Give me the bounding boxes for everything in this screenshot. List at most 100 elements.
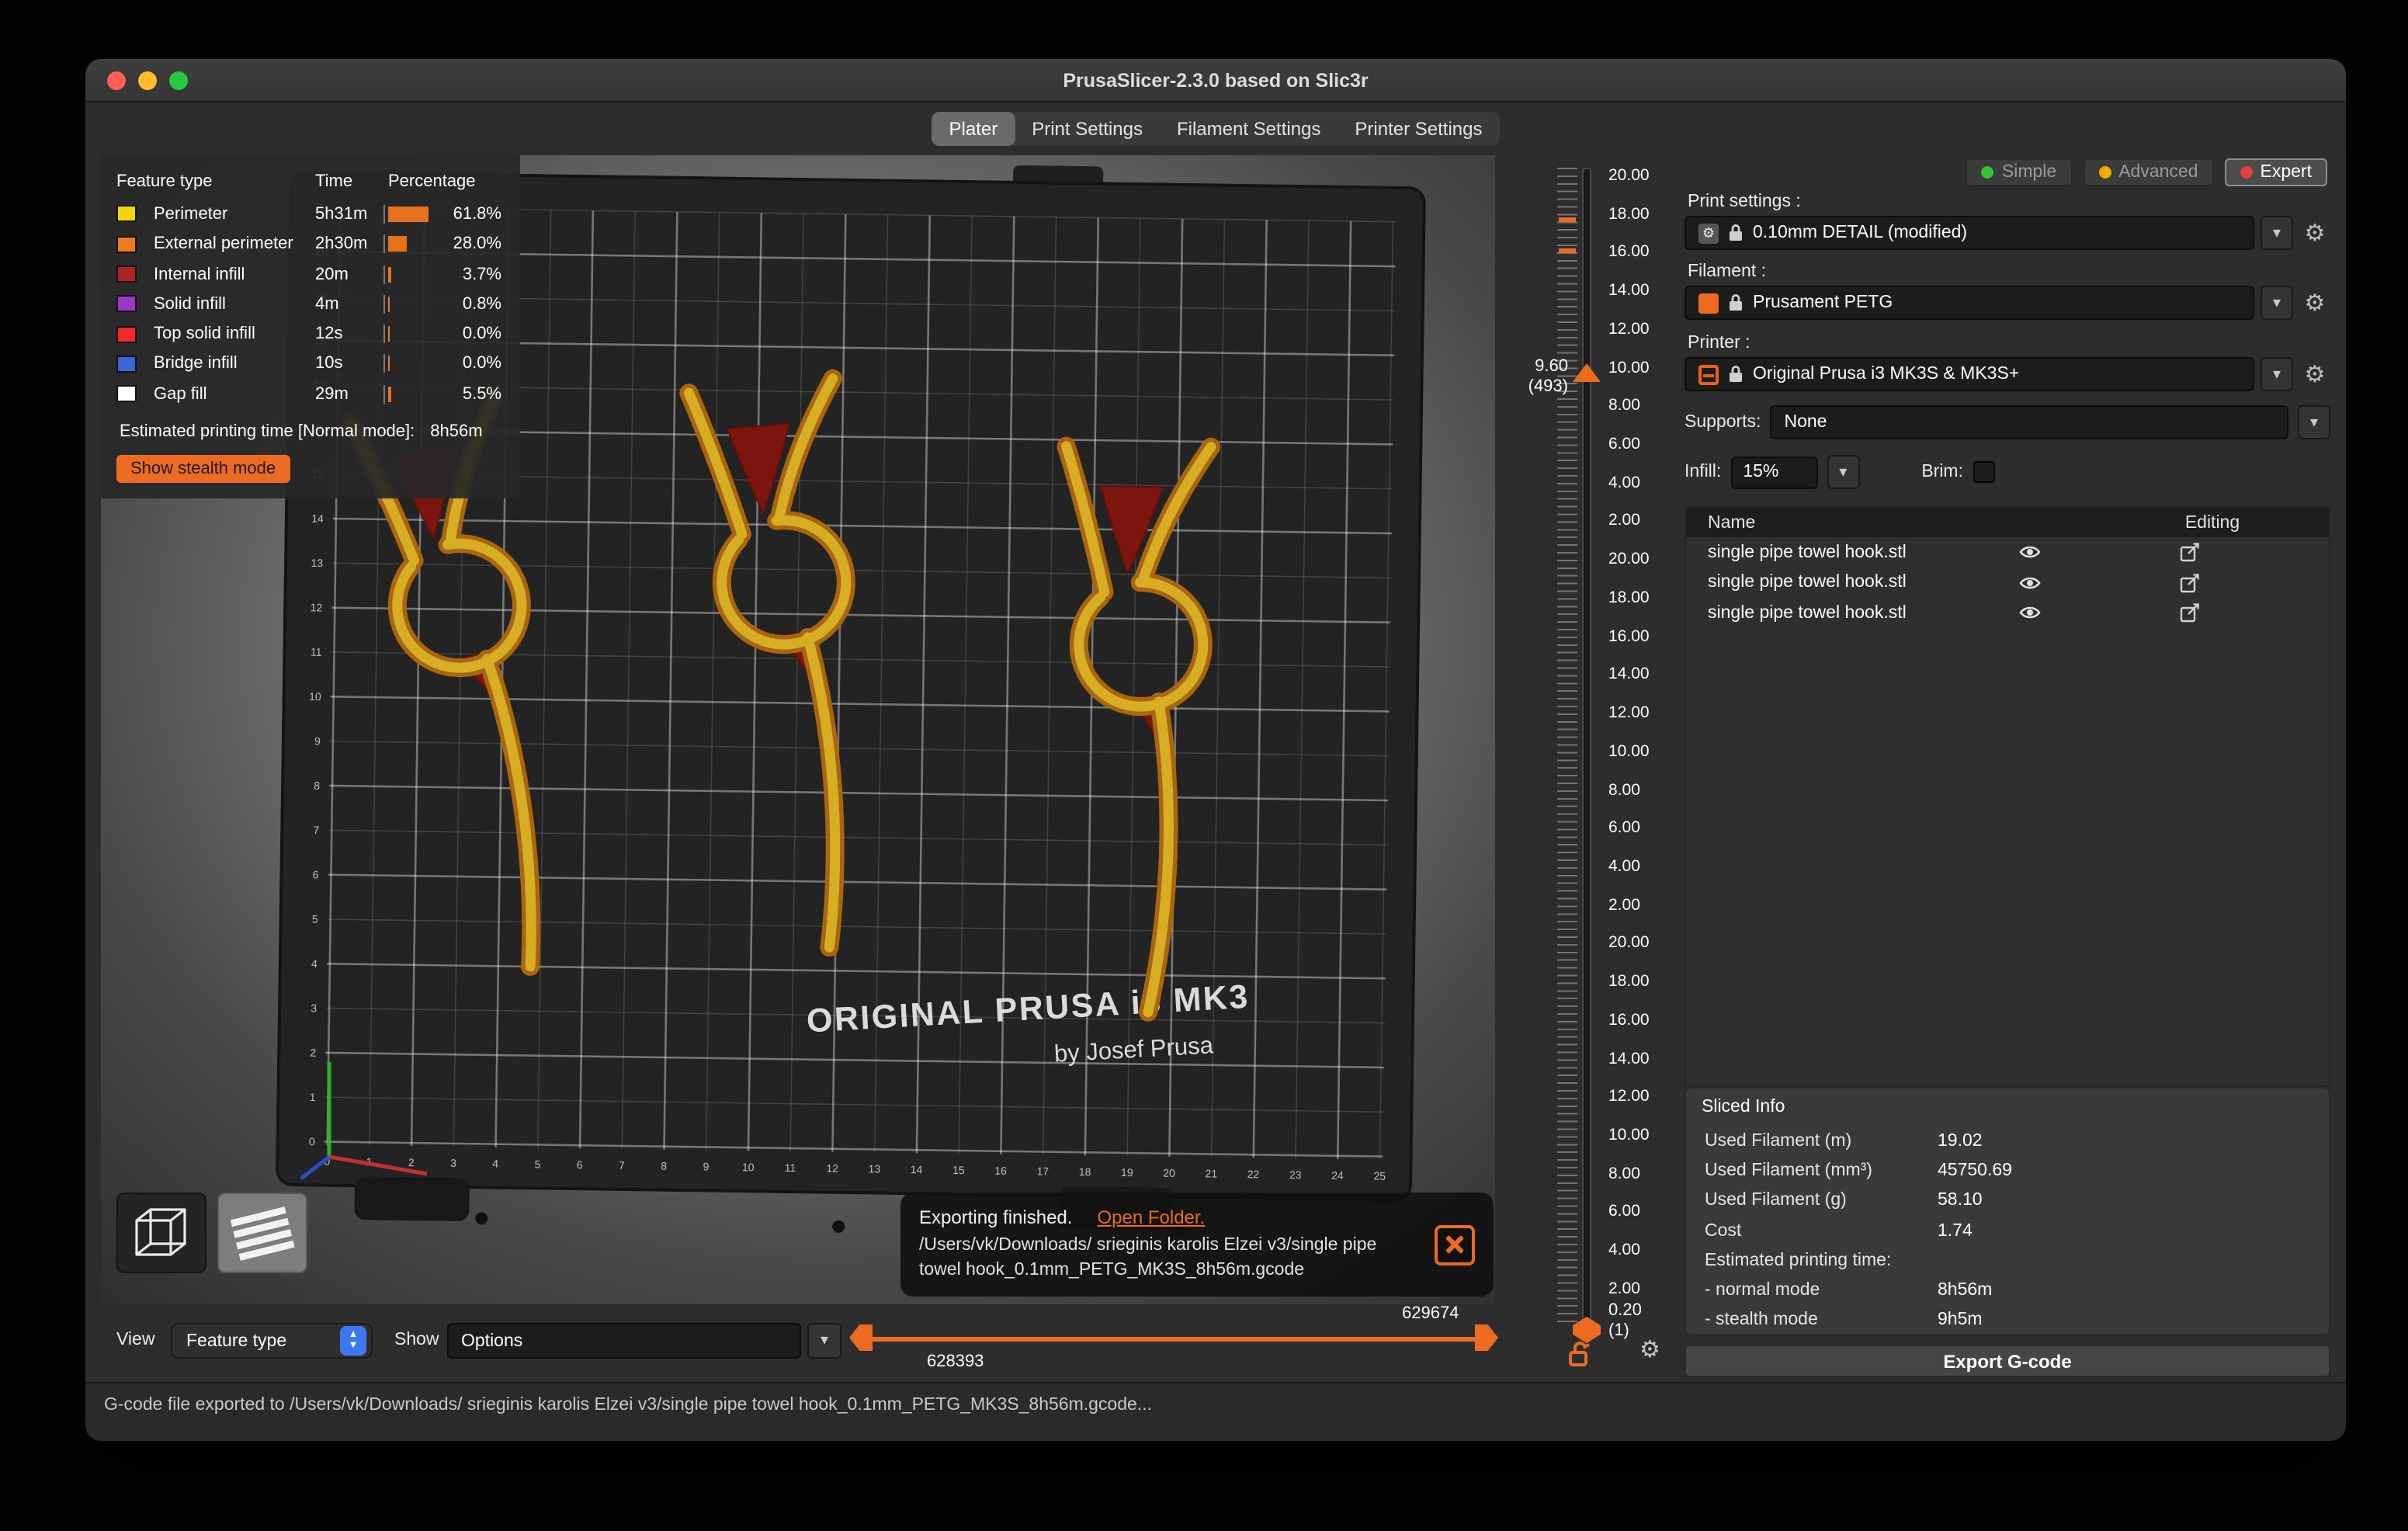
bed-y-tick: 12 (311, 601, 323, 613)
eye-icon (2019, 606, 2041, 619)
bed-x-tick: 2 (408, 1156, 415, 1168)
zoom-window-button[interactable] (169, 71, 188, 90)
bed-x-tick: 13 (868, 1162, 880, 1175)
show-stealth-mode-button[interactable]: Show stealth mode (116, 455, 290, 484)
visibility-toggle[interactable] (2018, 543, 2042, 565)
table-row[interactable]: single pipe towel hook.stl (1686, 598, 2329, 628)
mode-label: Simple (2001, 163, 2057, 182)
tab-printer-settings[interactable]: Printer Settings (1338, 112, 1499, 146)
mode-dot (2098, 166, 2111, 179)
slider-lock-button[interactable] (1568, 1338, 1591, 1374)
feature-color-swatch (116, 295, 137, 313)
info-label: - stealth mode (1705, 1311, 1818, 1330)
edit-object-button[interactable] (2180, 602, 2200, 627)
bed-x-tick: 17 (1036, 1165, 1049, 1177)
column-header-name: Name (1708, 513, 1756, 532)
bed-x-tick: 18 (1079, 1165, 1091, 1178)
ruler-tick-label: 18.00 (1608, 204, 1650, 224)
minimize-window-button[interactable] (138, 71, 157, 90)
mode-simple-button[interactable]: Simple (1966, 158, 2073, 186)
close-notification-button[interactable] (1435, 1224, 1475, 1265)
print-settings-row: ⚙ 0.10mm DETAIL (modified) ▾ ⚙ (1685, 216, 2330, 250)
printer-combo[interactable]: Original Prusa i3 MK3S & MK3S+ (1685, 357, 2254, 391)
layer-slider-track[interactable] (1582, 168, 1591, 1329)
bed-x-tick: 25 (1373, 1169, 1386, 1182)
gcode-range-slider-right-handle[interactable] (1475, 1324, 1498, 1351)
show-select[interactable]: Options (447, 1323, 801, 1359)
sliced-info-title: Sliced Info (1702, 1098, 1785, 1116)
viewport[interactable]: 0 1 2 3 4 5 6 7 8 9 10 11 12 13 14 15 16 17 18 19 20 21 22 23 24… (101, 155, 1495, 1304)
info-label: Cost (1705, 1221, 1742, 1241)
brim-label: Brim: (1921, 463, 1963, 481)
layer-slider-upper-handle[interactable] (1573, 363, 1601, 382)
editor-3d-view-button[interactable] (116, 1193, 206, 1273)
mode-label: Expert (2260, 163, 2313, 182)
open-folder-link[interactable]: Open Folder. (1097, 1206, 1205, 1228)
view-select[interactable]: Feature type ▲ ▼ (171, 1323, 373, 1359)
bed-x-tick: 22 (1247, 1168, 1260, 1180)
mode-expert-button[interactable]: Expert (2224, 158, 2327, 186)
tab-print-settings[interactable]: Print Settings (1015, 112, 1160, 146)
export-gcode-button[interactable]: Export G-code (1685, 1345, 2330, 1377)
info-value: 45750.69 (1938, 1161, 2012, 1180)
supports-select[interactable]: None (1770, 405, 2288, 439)
filament-gear-icon[interactable]: ⚙ (2299, 289, 2330, 317)
filament-dropdown-button[interactable]: ▾ (2261, 286, 2293, 320)
ruler-tick-label: 16.00 (1608, 242, 1650, 262)
table-row[interactable]: single pipe towel hook.stl (1686, 537, 2329, 568)
printer-dropdown-button[interactable]: ▾ (2261, 357, 2293, 391)
legend-row: Perimeter 5h31m 61.8% (101, 200, 520, 230)
layer-ruler-ticks (1557, 168, 1577, 1326)
gcode-range-slider-track[interactable] (865, 1337, 1483, 1342)
status-bar: G-code file exported to /Users/vk/Downlo… (85, 1382, 2346, 1441)
print-settings-gear-icon[interactable]: ⚙ (2299, 219, 2330, 247)
supports-label: Supports: (1685, 413, 1761, 432)
slider-settings-gear-icon[interactable]: ⚙ (1639, 1335, 1660, 1363)
lock-icon (1730, 366, 1742, 382)
tab-bar: Plater Print Settings Filament Settings Pri… (85, 102, 2346, 155)
printer-gear-icon[interactable]: ⚙ (2299, 360, 2330, 388)
legend-row: Internal infill 20m 3.7% (101, 259, 520, 290)
print-settings-value: 0.10mm DETAIL (modified) (1753, 224, 1968, 242)
print-profile-icon: ⚙ (1698, 223, 1719, 243)
feature-time: 10s (315, 354, 343, 373)
percentage-value: 0.0% (462, 325, 501, 344)
supports-dropdown-button[interactable]: ▾ (2298, 405, 2330, 439)
title-bar[interactable]: PrusaSlicer-2.3.0 based on Slic3r (85, 59, 2346, 102)
edit-object-button[interactable] (2180, 542, 2200, 567)
sliced-info-row: - normal mode 8h56m (1686, 1276, 2329, 1306)
legend-header-percentage: Percentage (388, 172, 476, 191)
infill-row: Infill: 15% ▾ Brim: (1685, 455, 2330, 489)
edit-object-button[interactable] (2180, 572, 2200, 597)
info-label: Used Filament (mm³) (1705, 1161, 1872, 1180)
legend-row: External perimeter 2h30m 28.0% (101, 229, 520, 259)
preview-layers-view-button[interactable] (217, 1193, 307, 1273)
mode-advanced-button[interactable]: Advanced (2083, 158, 2214, 186)
print-settings-d ropdown-button[interactable]: ▾ (2261, 216, 2293, 250)
tab-plater[interactable]: Plater (932, 112, 1015, 146)
print-settings-combo[interactable]: ⚙ 0.10mm DETAIL (modified) (1685, 216, 2254, 250)
gcode-range-min-value: 628393 (927, 1352, 984, 1371)
visibility-toggle[interactable] (2018, 604, 2042, 626)
sliced-info-row: Used Filament (g) 58.10 (1686, 1186, 2329, 1216)
table-row[interactable]: single pipe towel hook.stl (1686, 568, 2329, 598)
mode-dot (2240, 166, 2253, 179)
bed-y-tick: 1 (310, 1091, 316, 1103)
brim-checkbox[interactable] (1973, 461, 1994, 483)
infill-dropdown-button[interactable]: ▾ (1827, 455, 1860, 489)
gcode-range-slider-left-handle[interactable] (849, 1324, 873, 1351)
tab-filament-settings[interactable]: Filament Settings (1160, 112, 1338, 146)
visibility-toggle[interactable] (2018, 574, 2042, 595)
filament-combo[interactable]: Prusament PETG (1685, 286, 2254, 320)
info-value: 1.74 (1938, 1221, 1973, 1241)
bed-y-tick: 3 (311, 1002, 317, 1014)
feature-name: Gap fill (154, 384, 207, 404)
close-window-button[interactable] (107, 71, 126, 90)
filament-row: Prusament PETG ▾ ⚙ (1685, 286, 2330, 320)
upper-layer-height: 9.60 (1535, 357, 1568, 376)
bed-y-tick: 11 (311, 646, 322, 658)
object-table-header: Name Editing (1686, 508, 2329, 537)
infill-select[interactable]: 15% (1730, 456, 1818, 488)
info-label: Used Filament (g) (1705, 1191, 1847, 1210)
show-dropdown-button[interactable]: ▾ (807, 1323, 841, 1359)
